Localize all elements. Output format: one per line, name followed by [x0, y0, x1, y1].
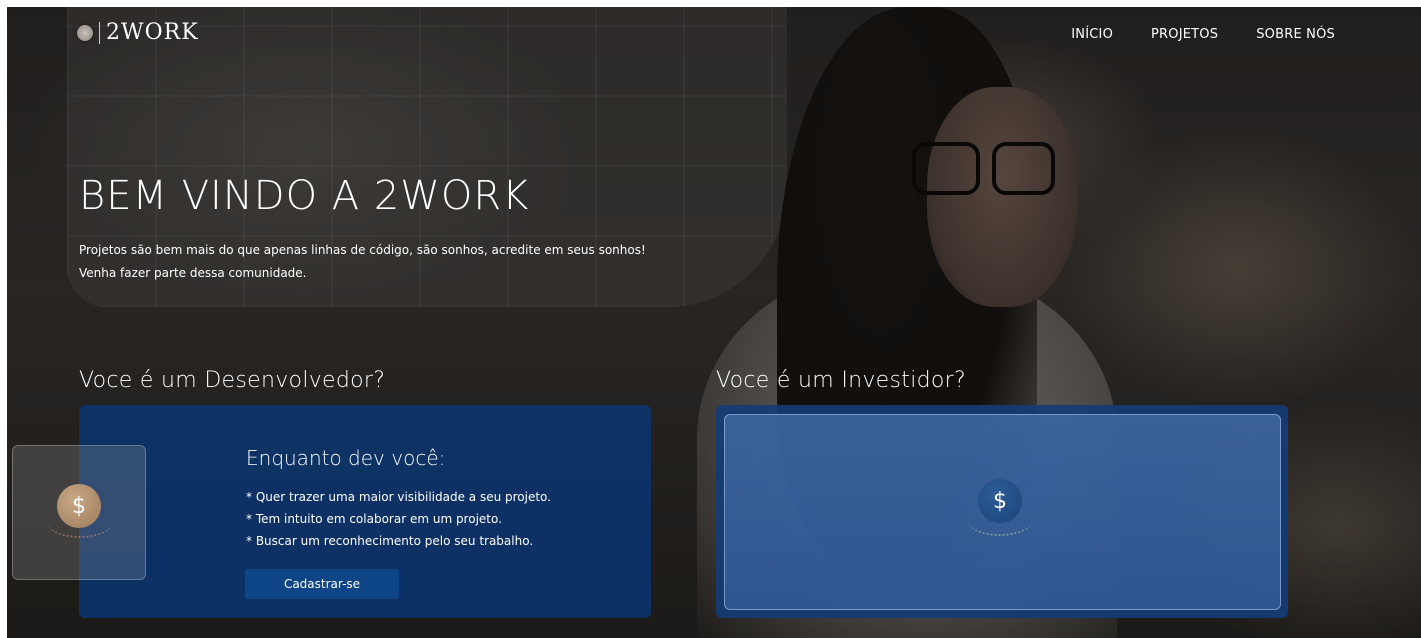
laurel-icon: [48, 508, 112, 538]
hero-subtitle-line-1: Projetos são bem mais do que apenas linh…: [79, 243, 646, 257]
signup-button[interactable]: Cadastrar-se: [245, 569, 399, 599]
list-item: * Tem intuito em colaborar em um projeto…: [246, 512, 502, 526]
list-item: * Buscar um reconhecimento pelo seu trab…: [246, 534, 534, 548]
hero-subtitle: Projetos são bem mais do que apenas linh…: [79, 239, 719, 285]
laurel-icon: [968, 506, 1032, 536]
hero-title: BEM VINDO A 2WORK: [79, 173, 530, 219]
coin-icon: [77, 24, 93, 41]
logo-divider: [99, 21, 100, 44]
list-item: * Quer trazer uma maior visibilidade a s…: [246, 490, 551, 504]
hero-subtitle-line-2: Venha fazer parte dessa comunidade.: [79, 266, 307, 280]
main-nav: INÍCIO PROJETOS SOBRE NÓS: [1071, 27, 1335, 42]
developer-section-title: Voce é um Desenvolvedor?: [79, 368, 386, 393]
nav-item-projetos[interactable]: PROJETOS: [1151, 27, 1218, 42]
nav-item-inicio[interactable]: INÍCIO: [1071, 27, 1113, 42]
developer-card-heading: Enquanto dev você:: [246, 446, 446, 470]
nav-item-sobre-nos[interactable]: SOBRE NÓS: [1256, 27, 1335, 42]
developer-benefits-list: * Quer trazer uma maior visibilidade a s…: [246, 486, 551, 552]
brand-logo[interactable]: 2WORK: [77, 20, 199, 45]
brand-name: 2WORK: [106, 20, 199, 45]
investor-section-title: Voce é um Investidor?: [716, 368, 966, 393]
